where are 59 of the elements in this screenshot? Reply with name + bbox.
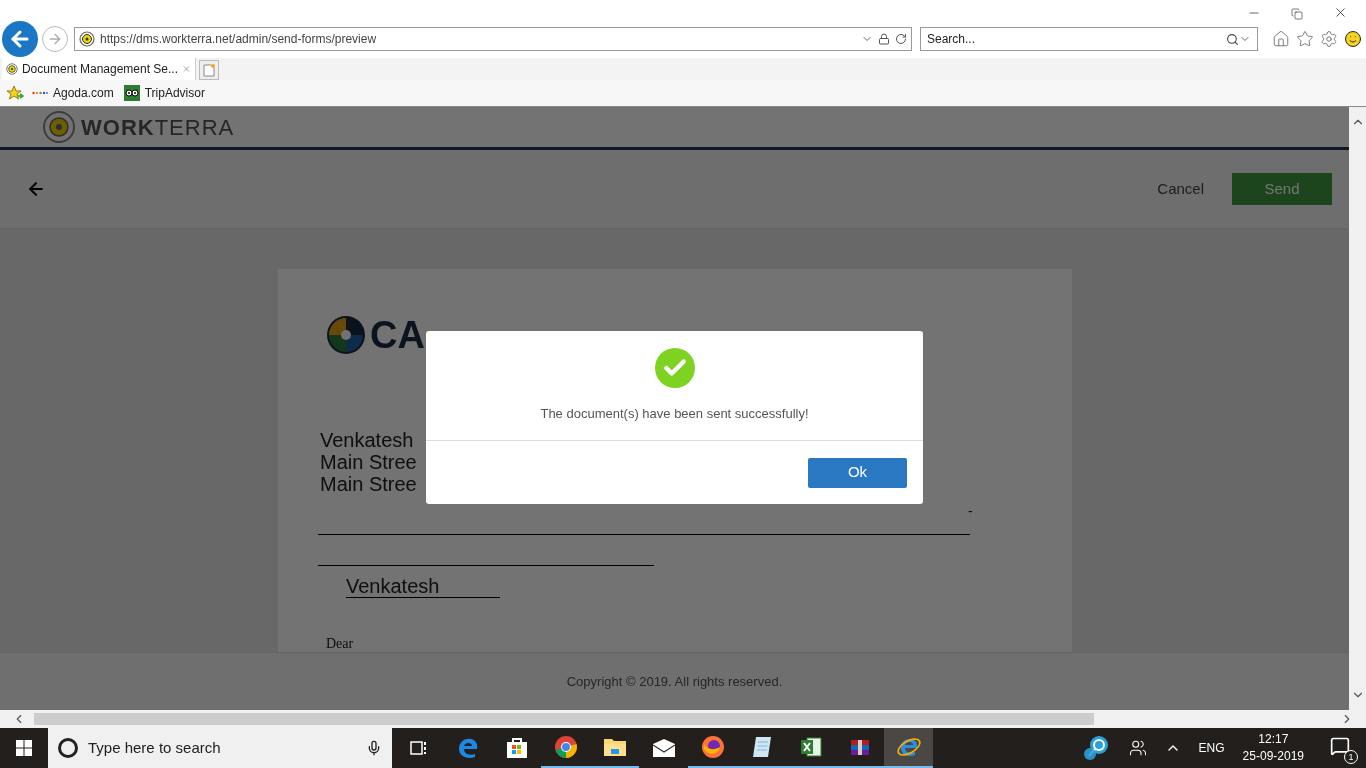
store-icon bbox=[504, 736, 529, 760]
workterra-logo-text: WORKTERRA bbox=[81, 113, 235, 142]
network-assistant-icon[interactable] bbox=[1082, 734, 1111, 762]
chrome-icon bbox=[553, 735, 578, 759]
copyright-text: Copyright © 2019. All rights reserved. bbox=[566, 672, 783, 691]
forward-arrow-icon bbox=[47, 31, 63, 47]
clock-time[interactable]: 12:17 bbox=[1258, 731, 1289, 748]
new-tab-icon bbox=[203, 63, 215, 77]
company-logo-icon bbox=[326, 315, 366, 355]
lock-icon bbox=[878, 33, 890, 45]
notification-count: 1 bbox=[1344, 750, 1358, 764]
cortana-icon bbox=[58, 738, 78, 758]
company-logo-text: CA bbox=[370, 316, 425, 354]
favorites-icon[interactable] bbox=[1296, 30, 1314, 48]
add-favorite-icon[interactable] bbox=[6, 85, 24, 101]
success-check-icon bbox=[654, 348, 695, 388]
home-icon[interactable] bbox=[1272, 30, 1290, 48]
language-indicator[interactable]: ENG bbox=[1198, 739, 1225, 757]
signature-name: Venkatesh bbox=[346, 575, 500, 598]
favorite-link[interactable]: TripAdvisor bbox=[123, 84, 205, 102]
restore-icon[interactable] bbox=[1291, 8, 1303, 20]
task-view-icon bbox=[408, 739, 429, 757]
ok-button[interactable]: Ok bbox=[808, 457, 907, 488]
workterra-logo-icon bbox=[43, 111, 75, 143]
search-field[interactable]: Search... bbox=[920, 27, 1258, 51]
firefox-icon bbox=[700, 735, 725, 759]
notifications-icon[interactable] bbox=[1330, 736, 1350, 756]
owl-icon bbox=[123, 85, 140, 101]
site-icon bbox=[6, 61, 18, 77]
dash-text: - bbox=[968, 502, 973, 521]
favorite-link[interactable]: Agoda.com bbox=[32, 84, 114, 102]
close-icon[interactable] bbox=[1333, 5, 1348, 20]
mail-icon bbox=[651, 738, 676, 758]
address-line: Main Stree bbox=[320, 451, 417, 473]
clock-date[interactable]: 25-09-2019 bbox=[1242, 748, 1304, 765]
address-line: Venkatesh bbox=[320, 429, 415, 451]
back-button[interactable] bbox=[2, 21, 38, 57]
microphone-icon[interactable] bbox=[366, 740, 382, 756]
dialog-message: The document(s) have been sent successfully! bbox=[540, 405, 809, 423]
feedback-icon[interactable] bbox=[1344, 30, 1362, 48]
greeting-text: Dear bbox=[326, 635, 354, 652]
address-bar[interactable]: https://dms.workterra.net/admin/send-forms/preview bbox=[74, 27, 912, 51]
browser-tab[interactable]: Document Management Se... bbox=[2, 58, 196, 80]
refresh-icon[interactable] bbox=[895, 33, 907, 45]
site-icon bbox=[79, 31, 95, 47]
search-icon[interactable] bbox=[1226, 32, 1239, 46]
people-icon[interactable] bbox=[1128, 739, 1147, 757]
taskbar-search-field[interactable]: Type here to search bbox=[48, 728, 392, 768]
url-text: https://dms.workterra.net/admin/send-forms/preview bbox=[100, 31, 378, 48]
scroll-thumb[interactable] bbox=[34, 713, 1094, 725]
tab-title: Document Management Se... bbox=[21, 61, 179, 78]
horizontal-scrollbar[interactable] bbox=[0, 710, 1366, 728]
spreadsheet-icon bbox=[798, 735, 823, 759]
address-line: Main Stree bbox=[320, 473, 417, 495]
vertical-scrollbar[interactable] bbox=[1349, 107, 1366, 710]
folder-icon bbox=[602, 736, 627, 758]
settings-icon[interactable] bbox=[1320, 30, 1338, 48]
windows-icon bbox=[16, 740, 32, 756]
dotted-site-icon bbox=[32, 90, 48, 96]
